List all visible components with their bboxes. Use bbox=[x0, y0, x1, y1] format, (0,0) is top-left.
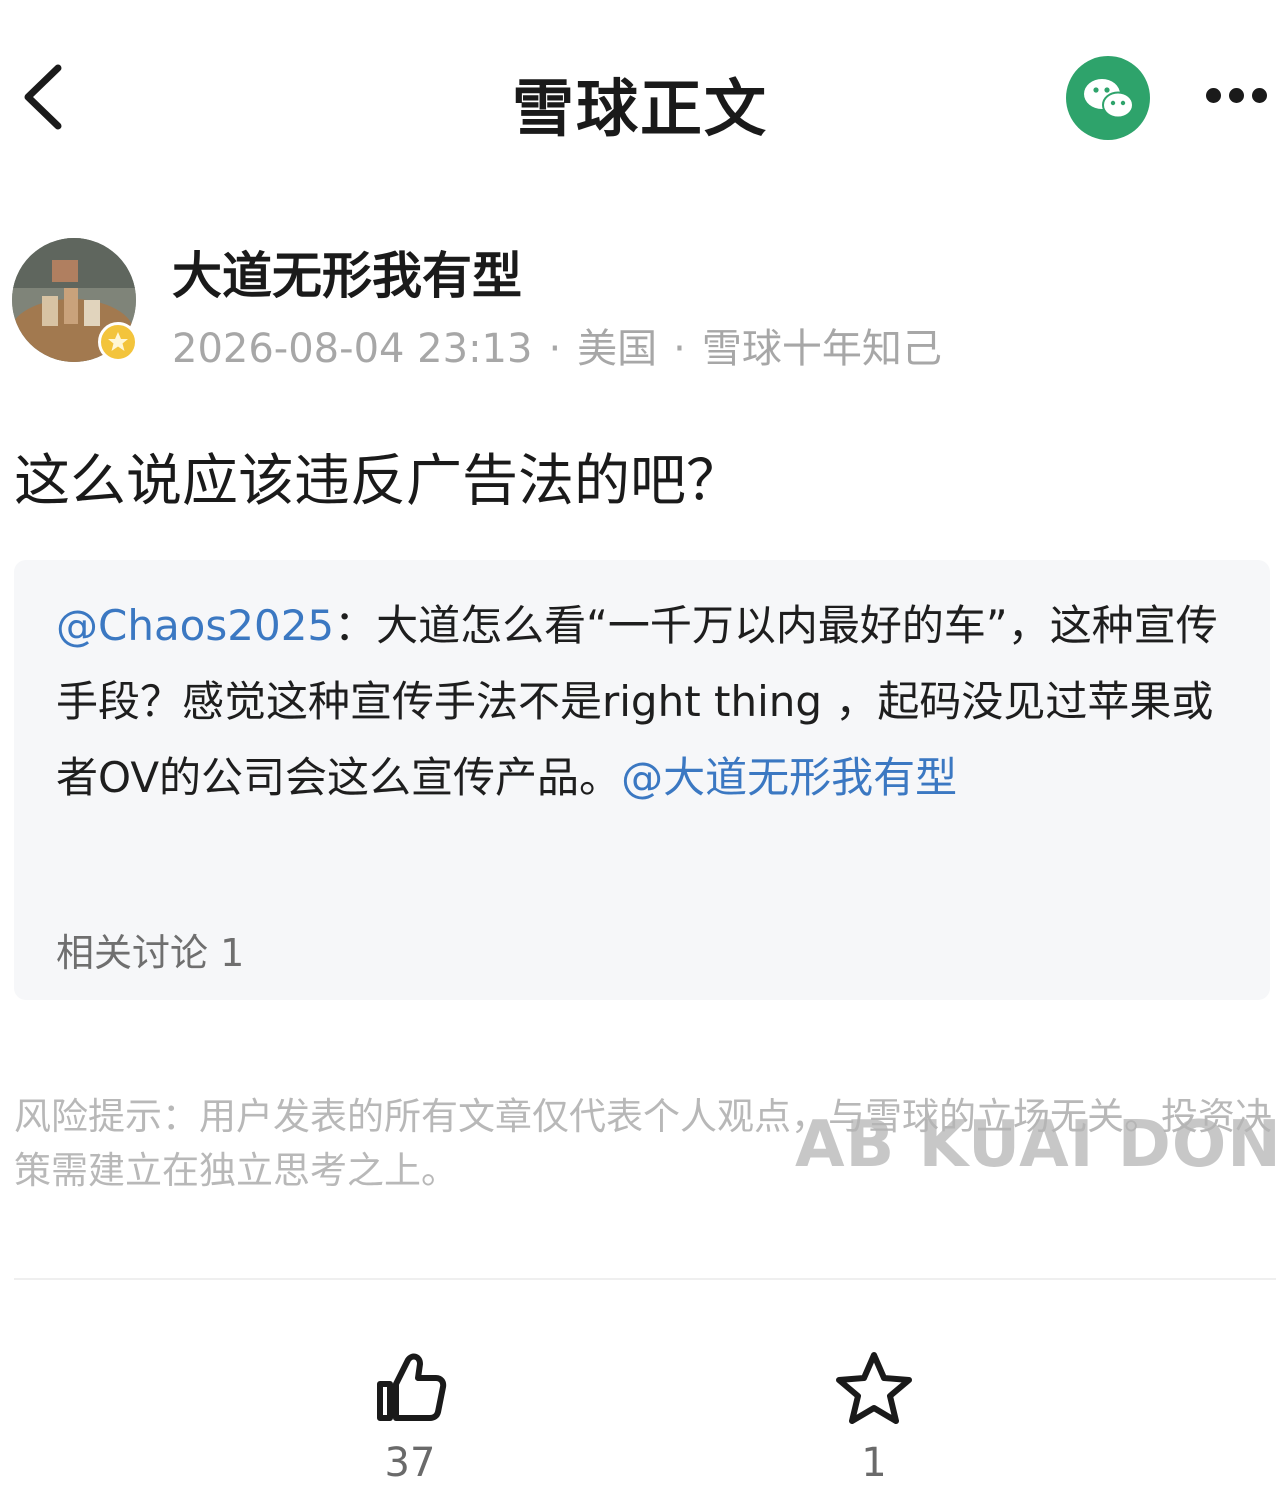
post-meta: 2026-08-04 23:13 · 美国 · 雪球十年知己 bbox=[172, 316, 942, 374]
post-location: 美国 bbox=[577, 326, 658, 372]
quoted-post-body: @Chaos2025：大道怎么看“一千万以内最好的车”，这种宣传手段？感觉这种宣… bbox=[56, 588, 1236, 816]
quote-colon: ： bbox=[334, 601, 377, 650]
author-name[interactable]: 大道无形我有型 bbox=[172, 236, 522, 308]
meta-separator: · bbox=[548, 326, 562, 372]
quoted-post-card[interactable]: @Chaos2025：大道怎么看“一千万以内最好的车”，这种宣传手段？感觉这种宣… bbox=[14, 560, 1270, 1000]
mention-link[interactable]: @大道无形我有型 bbox=[621, 753, 957, 802]
favorite-button[interactable]: 1 bbox=[804, 1350, 944, 1500]
favorite-count: 1 bbox=[861, 1440, 887, 1486]
author-tag: 雪球十年知己 bbox=[701, 326, 942, 372]
watermark: AB KUAI DONG bbox=[795, 1108, 1280, 1182]
quoted-user-link[interactable]: @Chaos2025 bbox=[56, 601, 334, 650]
like-count: 37 bbox=[384, 1440, 436, 1486]
thumbs-up-icon bbox=[377, 1353, 447, 1421]
meta-separator: · bbox=[673, 326, 686, 372]
wechat-share-button[interactable] bbox=[1066, 56, 1150, 140]
like-button[interactable]: 37 bbox=[340, 1350, 480, 1500]
star-icon bbox=[836, 1352, 912, 1424]
divider bbox=[14, 1278, 1276, 1280]
wechat-icon bbox=[1084, 79, 1134, 119]
post-text: 这么说应该违反广告法的吧？ bbox=[14, 449, 742, 514]
verified-badge-icon bbox=[98, 322, 138, 362]
more-button[interactable] bbox=[1196, 78, 1276, 118]
related-discussion-link[interactable]: 相关讨论 1 bbox=[56, 922, 244, 977]
post-datetime: 2026-08-04 23:13 bbox=[172, 326, 533, 372]
